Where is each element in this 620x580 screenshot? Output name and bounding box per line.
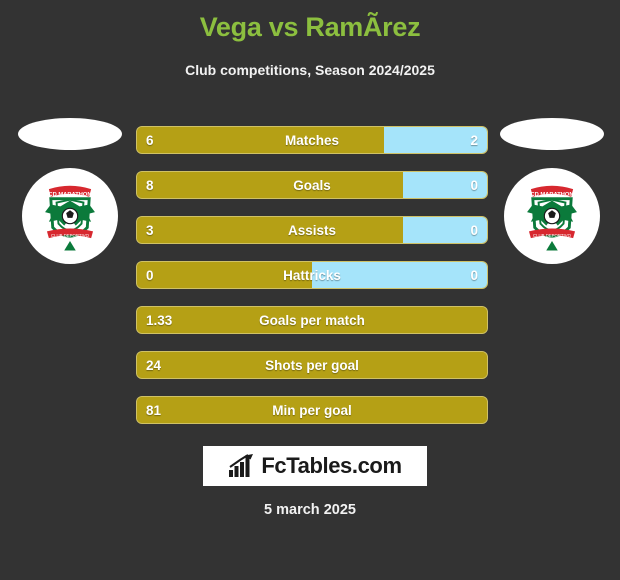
stat-bar-row: 0 0 Hattricks: [136, 261, 488, 289]
away-stat-value: 2: [470, 132, 478, 148]
brand-text: FcTables.com: [261, 453, 402, 478]
home-stat-value: 3: [146, 222, 154, 238]
away-stat-value: 0: [470, 222, 478, 238]
stat-bar-row: 8 0 Goals: [136, 171, 488, 199]
stat-bar-row: 1.33 Goals per match: [136, 306, 488, 334]
stat-bar-row: 24 Shots per goal: [136, 351, 488, 379]
away-stat-value: 0: [470, 267, 478, 283]
stat-label: Goals per match: [259, 312, 365, 328]
page-subtitle: Club competitions, Season 2024/2025: [185, 62, 435, 78]
home-stat-value: 0: [146, 267, 154, 283]
stat-label: Hattricks: [283, 267, 341, 283]
stat-bar-row: 3 0 Assists: [136, 216, 488, 244]
stat-label: Min per goal: [272, 402, 352, 418]
away-stat-value: 0: [470, 177, 478, 193]
away-player-photo-placeholder: [500, 118, 604, 150]
bar-chart-icon: [229, 454, 254, 477]
club-crest-icon: CD MARATHON CLUB DEPORTIVO: [45, 185, 95, 251]
svg-text:CD MARATHON: CD MARATHON: [48, 192, 91, 198]
svg-text:CD MARATHON: CD MARATHON: [530, 192, 573, 198]
svg-text:CLUB DEPORTIVO: CLUB DEPORTIVO: [51, 233, 90, 238]
away-club-crest: CD MARATHON CLUB DEPORTIVO: [504, 168, 600, 264]
home-stat-value: 81: [146, 402, 162, 418]
stat-comparison-page: Vega vs RamÃ­rez Club competitions, Seas…: [0, 0, 620, 580]
fctables-brand-logo: FcTables.com: [203, 446, 427, 486]
svg-text:CLUB DEPORTIVO: CLUB DEPORTIVO: [533, 233, 572, 238]
home-stat-value: 24: [146, 357, 162, 373]
away-club-column: CD MARATHON CLUB DEPORTIVO: [492, 118, 612, 268]
page-title: Vega vs RamÃ­rez: [199, 12, 421, 42]
stat-label: Assists: [287, 222, 337, 238]
home-club-column: CD MARATHON CLUB DEPORTIVO: [10, 118, 130, 268]
report-date: 5 march 2025: [264, 502, 356, 518]
home-player-photo-placeholder: [18, 118, 122, 150]
stat-bar-row: 6 2 Matches: [136, 126, 488, 154]
club-crest-icon: CD MARATHON CLUB DEPORTIVO: [527, 185, 577, 251]
home-stat-value: 1.33: [146, 312, 173, 328]
stat-label: Shots per goal: [265, 357, 359, 373]
home-stat-value: 6: [146, 132, 154, 148]
stat-label: Matches: [284, 132, 340, 148]
home-stat-value: 8: [146, 177, 154, 193]
stats-bar-list: 6 2 Matches 8 0 Goals 3 0 Assists 0 0 Hattricks 1.33…: [136, 126, 488, 441]
stat-label: Goals: [293, 177, 331, 193]
home-club-crest: CD MARATHON CLUB DEPORTIVO: [22, 168, 118, 264]
stat-bar-row: 81 Min per goal: [136, 396, 488, 424]
